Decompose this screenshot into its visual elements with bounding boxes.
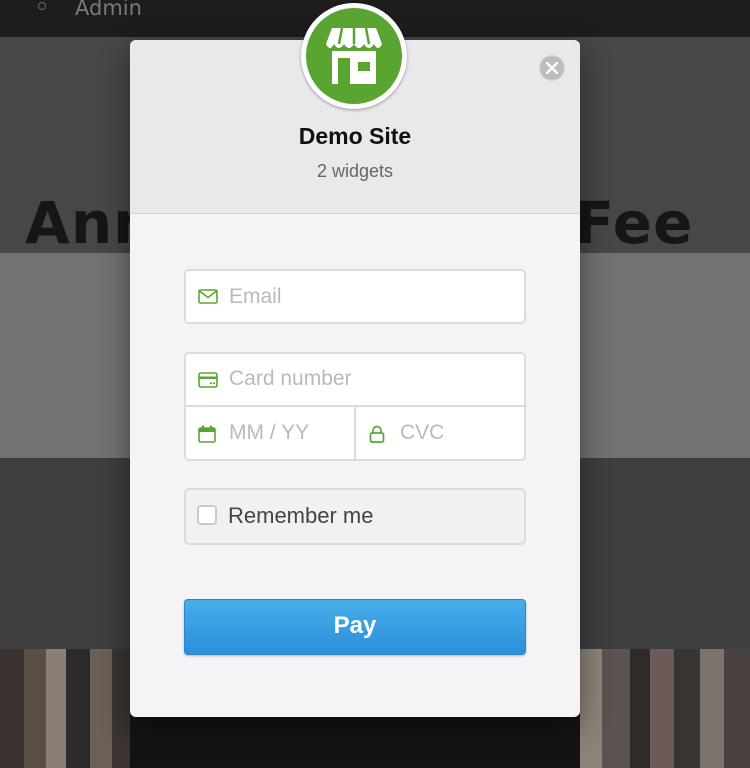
close-button[interactable] xyxy=(539,55,565,81)
nav-item-admin[interactable]: Admin xyxy=(75,0,142,20)
site-name: Demo Site xyxy=(298,123,412,149)
expiry-input[interactable] xyxy=(229,420,347,446)
checkout-modal: Demo Site 2 widgets Email Card number MM… xyxy=(130,3,580,717)
pay-button[interactable]: Pay xyxy=(184,599,526,655)
envelope-icon xyxy=(198,289,218,304)
email-field[interactable] xyxy=(184,269,526,324)
close-icon xyxy=(546,62,558,74)
nav-bullet-icon xyxy=(38,2,46,10)
lock-icon xyxy=(369,425,385,443)
remember-me-checkbox[interactable] xyxy=(197,505,217,525)
page-heading-right: Fee xyxy=(574,189,694,257)
cvc-input[interactable] xyxy=(400,420,518,446)
card-number-input[interactable] xyxy=(229,366,509,392)
card-details-group xyxy=(184,352,526,461)
storefront-icon xyxy=(306,8,402,104)
remember-me-label: Remember me xyxy=(228,503,374,528)
site-subtitle: 2 widgets xyxy=(316,161,394,181)
calendar-icon xyxy=(198,425,216,443)
email-input[interactable] xyxy=(229,284,509,310)
card-divider-vertical xyxy=(354,407,356,459)
remember-me-row[interactable]: Remember me xyxy=(184,488,526,545)
site-logo xyxy=(301,3,407,109)
credit-card-icon xyxy=(198,372,218,388)
